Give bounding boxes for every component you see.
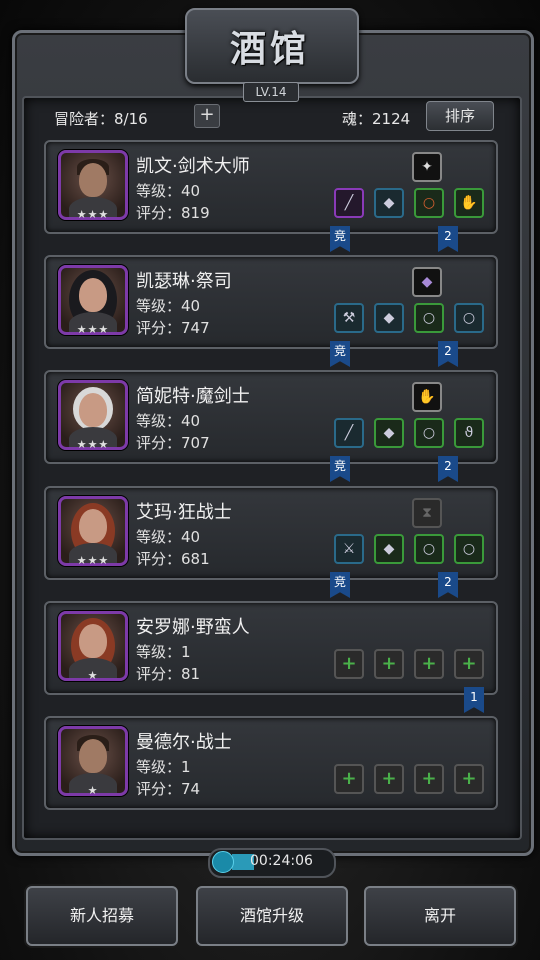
hero-level: 等级：40 <box>136 528 201 546</box>
hero-name: 凯瑟琳·祭司 <box>136 271 232 292</box>
ring-slot[interactable]: ○ <box>414 188 444 218</box>
tavern-level: LV.14 <box>243 82 299 102</box>
ring-slot[interactable]: ○ <box>454 303 484 333</box>
sword-icon: ╱ <box>344 195 354 211</box>
weapon-slot[interactable]: ╱ <box>334 418 364 448</box>
sword-icon: ╱ <box>344 425 354 441</box>
ring-slot[interactable]: ○ <box>454 534 484 564</box>
add-icon: + <box>461 768 477 789</box>
star-rating: ★★★ <box>76 323 110 336</box>
accessory-slot[interactable]: ◆ <box>412 267 442 297</box>
gauntlet-icon: ✋ <box>460 195 478 211</box>
hammer-icon: ⚒ <box>342 310 356 326</box>
glove-icon: ✋ <box>418 389 436 405</box>
hero-level: 等级：1 <box>136 758 191 776</box>
timer-text: 00:24:06 <box>250 853 313 869</box>
ring-slot-empty[interactable]: + <box>414 764 444 794</box>
hero-card[interactable]: ★★★ 艾玛·狂战士 等级：40 评分：681 ⧗ ⚔ ◆ ○ ○ 竞 2 <box>44 486 498 598</box>
hero-name: 凯文·剑术大师 <box>136 156 250 177</box>
weapon-slot-empty[interactable]: + <box>334 649 364 679</box>
ring-icon: ○ <box>422 310 436 326</box>
soul-count: 魂：2124 <box>342 110 411 128</box>
armor-slot[interactable]: ◆ <box>374 418 404 448</box>
add-icon: + <box>421 653 437 674</box>
star-rating: ★ <box>87 784 99 797</box>
accessory-slot[interactable]: ✋ <box>412 382 442 412</box>
sort-button[interactable]: 排序 <box>426 101 494 131</box>
axe-icon: ⚔ <box>342 541 356 557</box>
hero-score: 评分：747 <box>136 319 210 337</box>
adventurer-count: 冒险者：8/16 <box>54 110 148 128</box>
feather-icon: ✦ <box>421 159 433 175</box>
add-icon: + <box>461 653 477 674</box>
hero-card[interactable]: ★★★ 凯瑟琳·祭司 等级：40 评分：747 ◆ ⚒ ◆ ○ ○ 竞 2 <box>44 255 498 367</box>
ring-slot-empty[interactable]: + <box>454 649 484 679</box>
hero-card[interactable]: ★★★ 凯文·剑术大师 等级：40 评分：819 ✦ ╱ ◆ ○ ✋ 竞 2 <box>44 140 498 252</box>
hero-name: 简妮特·魔剑士 <box>136 386 250 407</box>
clock-icon <box>212 851 234 873</box>
refresh-timer: 00:24:06 <box>208 848 336 878</box>
weapon-slot[interactable]: ⚔ <box>334 534 364 564</box>
hero-name: 安罗娜·野蛮人 <box>136 617 250 638</box>
armor-slot-empty[interactable]: + <box>374 649 404 679</box>
armor-slot-empty[interactable]: + <box>374 764 404 794</box>
armor-icon: ◆ <box>383 310 395 326</box>
ring-slot[interactable]: ○ <box>414 303 444 333</box>
hero-card[interactable]: ★ 曼德尔·战士 等级：1 评分：74 + + + + <box>44 716 498 810</box>
add-icon: + <box>341 768 357 789</box>
weapon-slot[interactable]: ⚒ <box>334 303 364 333</box>
hero-level: 等级：40 <box>136 297 201 315</box>
ring-slot-empty[interactable]: + <box>454 764 484 794</box>
hero-level: 等级：1 <box>136 643 191 661</box>
hero-card[interactable]: ★ 安罗娜·野蛮人 等级：1 评分：81 + + + + 1 <box>44 601 498 713</box>
gem-icon: ◆ <box>421 274 433 290</box>
hourglass-icon: ⧗ <box>422 505 432 521</box>
add-icon: + <box>341 653 357 674</box>
star-rating: ★★★ <box>76 554 110 567</box>
ring-icon: ○ <box>422 541 436 557</box>
add-icon: + <box>381 653 397 674</box>
hero-level: 等级：40 <box>136 412 201 430</box>
armor-icon: ◆ <box>383 425 395 441</box>
hero-score: 评分：81 <box>136 665 201 683</box>
add-slot-button[interactable]: + <box>194 104 220 128</box>
recruit-button[interactable]: 新人招募 <box>26 886 178 946</box>
accessory-slot[interactable]: ⧗ <box>412 498 442 528</box>
armor-icon: ◆ <box>383 541 395 557</box>
gauntlet-slot[interactable]: ✋ <box>454 188 484 218</box>
star-rating: ★★★ <box>76 208 110 221</box>
ring-icon: ○ <box>422 195 436 211</box>
topbar: 冒险者：8/16 + 魂：2124 排序 <box>24 100 516 132</box>
ring-icon: ○ <box>462 310 476 326</box>
hero-score: 评分：819 <box>136 204 210 222</box>
ring-slot[interactable]: ○ <box>414 418 444 448</box>
necklace-icon: ϑ <box>464 425 474 441</box>
weapon-slot-empty[interactable]: + <box>334 764 364 794</box>
ring-slot[interactable]: ○ <box>414 534 444 564</box>
armor-slot[interactable]: ◆ <box>374 188 404 218</box>
ring-icon: ○ <box>422 425 436 441</box>
hero-name: 曼德尔·战士 <box>136 732 232 753</box>
hero-score: 评分：707 <box>136 434 210 452</box>
page-title: 酒馆 <box>229 28 310 70</box>
hero-card[interactable]: ★★★ 简妮特·魔剑士 等级：40 评分：707 ✋ ╱ ◆ ○ ϑ 竞 2 <box>44 370 498 482</box>
hero-level: 等级：40 <box>136 182 201 200</box>
ring-icon: ○ <box>462 541 476 557</box>
add-icon: + <box>421 768 437 789</box>
upgrade-tavern-button[interactable]: 酒馆升级 <box>196 886 348 946</box>
hero-score: 评分：74 <box>136 780 201 798</box>
ring-slot-empty[interactable]: + <box>414 649 444 679</box>
add-icon: + <box>381 768 397 789</box>
necklace-slot[interactable]: ϑ <box>454 418 484 448</box>
accessory-slot[interactable]: ✦ <box>412 152 442 182</box>
weapon-slot[interactable]: ╱ <box>334 188 364 218</box>
star-rating: ★ <box>87 669 99 682</box>
leave-button[interactable]: 离开 <box>364 886 516 946</box>
star-rating: ★★★ <box>76 438 110 451</box>
armor-slot[interactable]: ◆ <box>374 534 404 564</box>
hero-name: 艾玛·狂战士 <box>136 502 232 523</box>
armor-icon: ◆ <box>383 195 395 211</box>
armor-slot[interactable]: ◆ <box>374 303 404 333</box>
hero-score: 评分：681 <box>136 550 210 568</box>
